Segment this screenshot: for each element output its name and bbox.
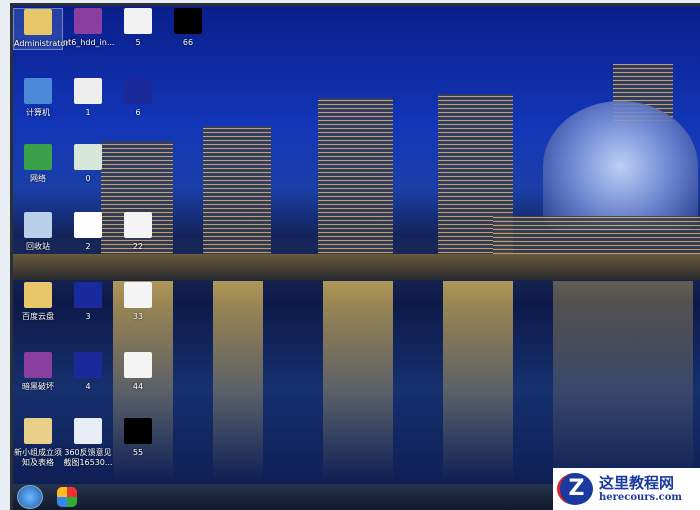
image-thumbnail-icon	[124, 418, 152, 444]
desktop-icon[interactable]: 4	[63, 352, 113, 392]
image-thumbnail-icon	[124, 282, 152, 308]
desktop-icon-label: 0	[85, 174, 91, 183]
network-icon	[24, 144, 52, 170]
360-app-icon[interactable]	[57, 487, 77, 507]
desktop-icon[interactable]: 回收站	[13, 212, 63, 252]
desktop-icon-label: 4	[85, 382, 91, 391]
desktop-icon-label: nt6_hdd_in...	[63, 38, 115, 47]
desktop-icon-label: 360反馈意见截图16530...	[63, 448, 113, 467]
image-thumbnail-icon	[124, 212, 152, 238]
recycle-bin-icon	[24, 212, 52, 238]
desktop-icon-label: 计算机	[26, 108, 50, 117]
desktop-icon-label: 回收站	[26, 242, 50, 251]
watermark-title: 这里教程网	[599, 474, 675, 492]
winrar-archive-icon	[24, 352, 52, 378]
desktop-icon[interactable]: 5	[113, 8, 163, 48]
desktop-icon[interactable]: 网络	[13, 144, 63, 184]
desktop-icon[interactable]: 0	[63, 144, 113, 184]
desktop-icon[interactable]: 33	[113, 282, 163, 322]
desktop-icon[interactable]: 55	[113, 418, 163, 458]
desktop-icon-label: 暗黑破坏	[22, 382, 54, 391]
desktop-icon-label: 22	[132, 242, 144, 251]
desktop-icon[interactable]: 44	[113, 352, 163, 392]
desktop-icon[interactable]: 1	[63, 78, 113, 118]
user-folder-icon	[24, 9, 52, 35]
desktop-icon[interactable]: 暗黑破坏	[13, 352, 63, 392]
desktop-icon-label: 66	[182, 38, 194, 47]
watermark-logo: Z 这里教程网 herecours.com	[553, 468, 700, 510]
desktop-icon[interactable]: 新小组成立须知及表格	[13, 418, 63, 468]
desktop-icon[interactable]: 66	[163, 8, 213, 48]
desktop-icon-label: 网络	[30, 174, 46, 183]
desktop-icon-label: 55	[132, 448, 144, 457]
desktop-icon-label: 3	[85, 312, 91, 321]
desktop-icon-label: 1	[85, 108, 91, 117]
image-thumbnail-icon	[74, 78, 102, 104]
image-thumbnail-icon	[74, 212, 102, 238]
desktop-icon-label: 44	[132, 382, 144, 391]
image-thumbnail-icon	[74, 418, 102, 444]
image-thumbnail-icon	[174, 8, 202, 34]
image-thumbnail-icon	[74, 144, 102, 170]
folder-icon	[24, 418, 52, 444]
winrar-archive-icon	[74, 8, 102, 34]
desktop-icon[interactable]: 22	[113, 212, 163, 252]
desktop-icon[interactable]: 计算机	[13, 78, 63, 118]
watermark-url: herecours.com	[599, 492, 683, 503]
image-thumbnail-icon	[124, 8, 152, 34]
z-logo-icon: Z	[557, 473, 593, 505]
desktop-icon[interactable]: 6	[113, 78, 163, 118]
image-thumbnail-icon	[124, 352, 152, 378]
desktop-icon[interactable]: 360反馈意见截图16530...	[63, 418, 113, 468]
desktop-icon[interactable]: 3	[63, 282, 113, 322]
desktop-icon-label: 33	[132, 312, 144, 321]
image-thumbnail-icon	[74, 282, 102, 308]
desktop-icon-label: 新小组成立须知及表格	[14, 448, 62, 467]
desktop-icon-label: 6	[135, 108, 141, 117]
desktop-icon-label: 百度云盘	[22, 312, 54, 321]
desktop-icon[interactable]: Administrator	[13, 8, 69, 50]
desktop-icon-label: 2	[85, 242, 91, 251]
computer-icon	[24, 78, 52, 104]
desktop-icon-label: 5	[135, 38, 141, 47]
desktop-icon[interactable]: 百度云盘	[13, 282, 63, 322]
desktop-icon-label: Administrator	[14, 39, 69, 48]
desktop-icon[interactable]: nt6_hdd_in...	[63, 8, 115, 48]
image-thumbnail-icon	[74, 352, 102, 378]
windows-start-icon[interactable]	[17, 485, 43, 509]
desktop[interactable]: Administrator nt6_hdd_in... 5 66 计算机 1 6 网络 0 回收站…	[13, 6, 700, 484]
desktop-icon[interactable]: 2	[63, 212, 113, 252]
image-thumbnail-icon	[124, 78, 152, 104]
folder-icon	[24, 282, 52, 308]
